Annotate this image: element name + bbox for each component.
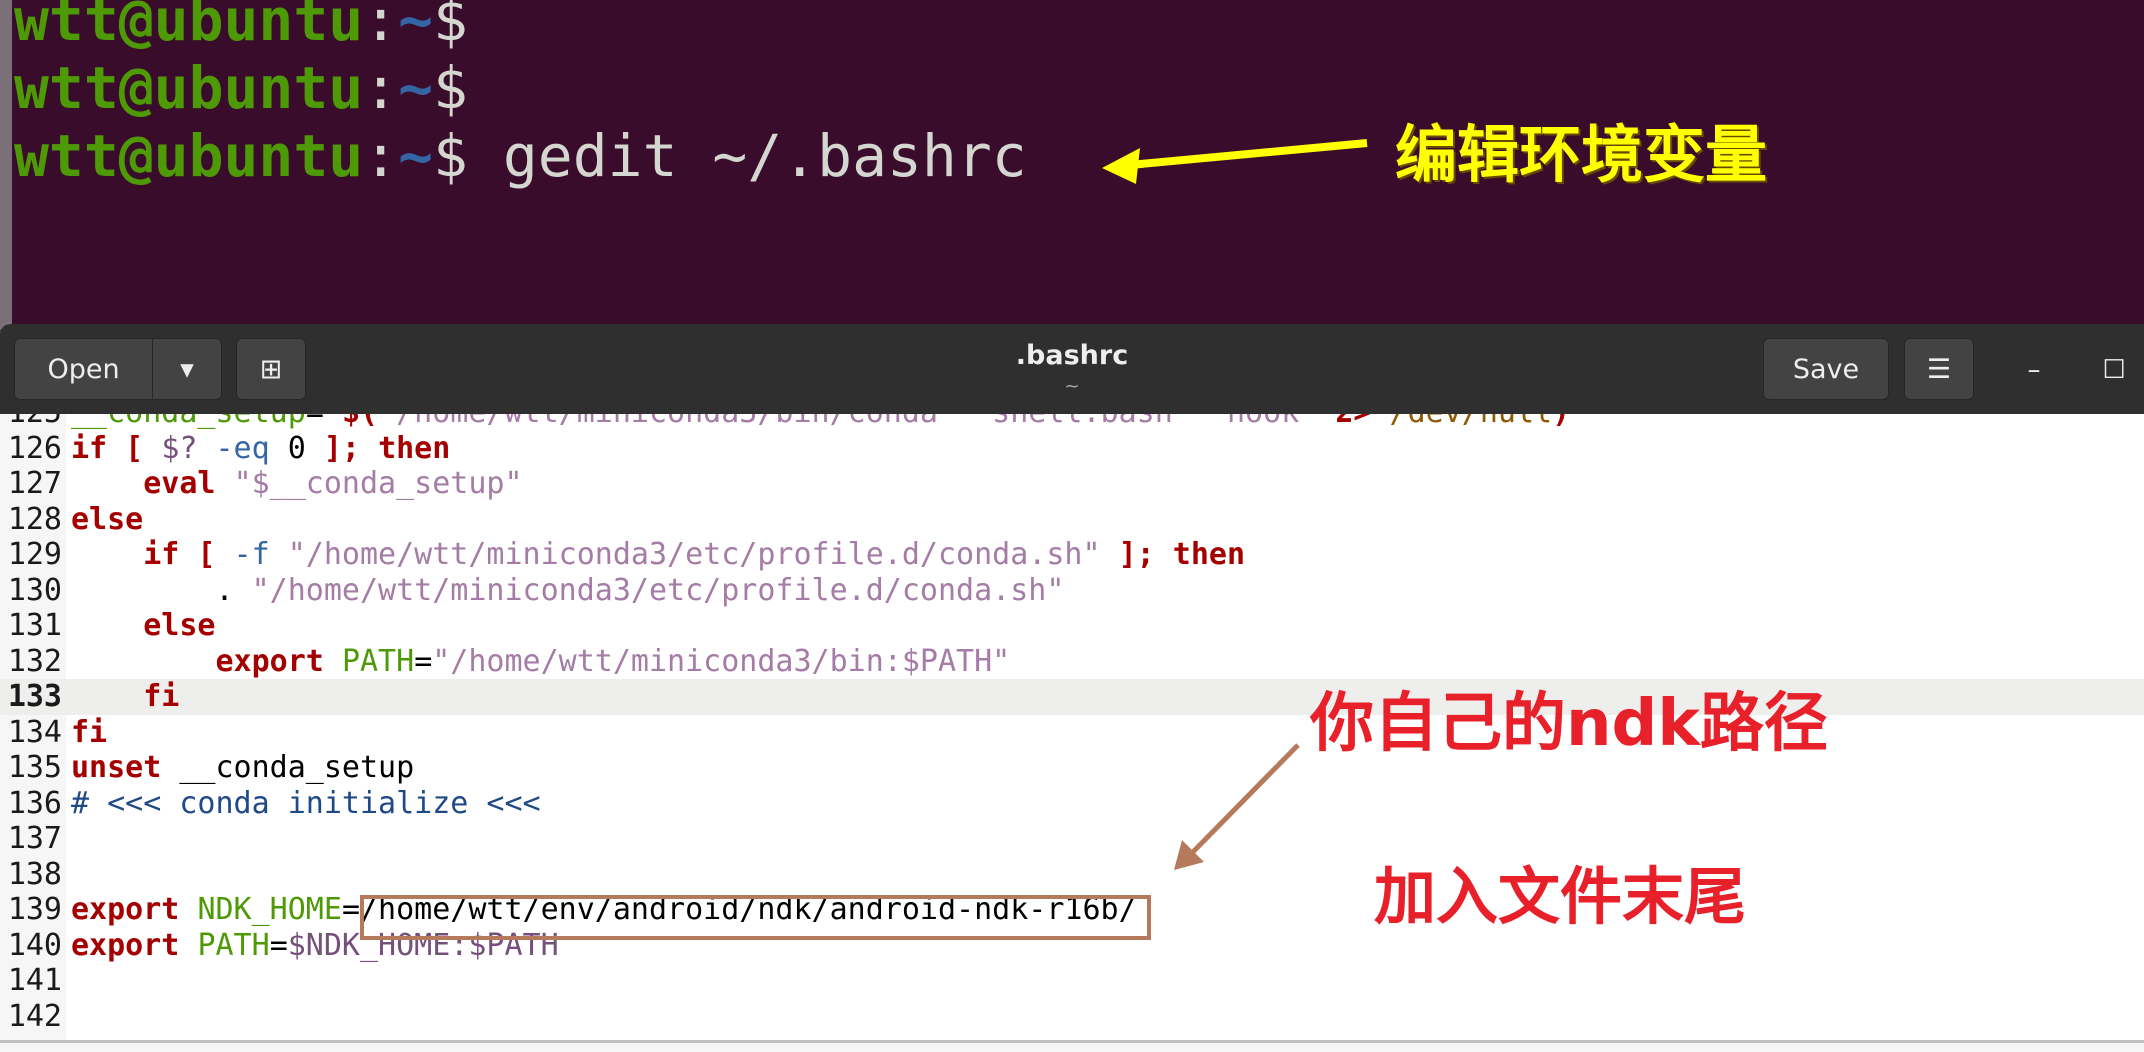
annotation-ndk-path: 你自己的ndk路径 — [1310, 687, 1828, 761]
brown-arrow — [1174, 743, 1300, 870]
annotation-edit-env: 编辑环境变量 — [1395, 118, 1768, 191]
annotation-arrows — [1102, 139, 1368, 870]
yellow-arrow — [1102, 139, 1368, 184]
annotation-append-end: 加入文件末尾 — [1374, 860, 1747, 933]
